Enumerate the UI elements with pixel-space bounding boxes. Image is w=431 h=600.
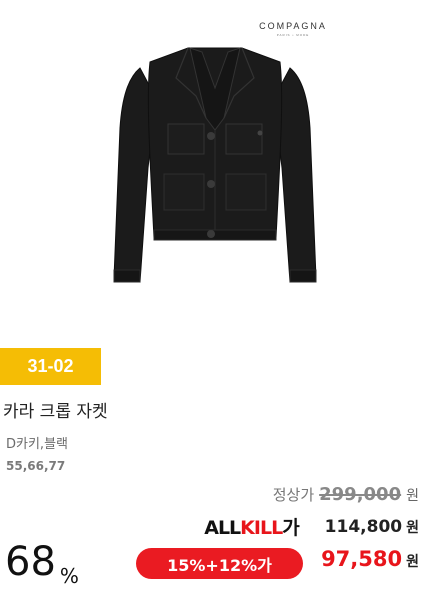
- regular-price-row: 정상가 299,000 원: [273, 484, 419, 505]
- allkill-logo: ALLKILL가: [204, 513, 300, 540]
- allkill-logo-all: ALL: [204, 517, 241, 539]
- allkill-price-row: ALLKILL가 114,800 원: [204, 513, 419, 540]
- product-sizes: 55,66,77: [6, 459, 66, 473]
- brand-logo: COMPAGNA PARIS • MODE: [253, 21, 333, 37]
- regular-price-label: 정상가: [272, 486, 315, 504]
- discount-rate-unit: %: [59, 564, 79, 588]
- brand-name: COMPAGNA: [259, 21, 327, 31]
- currency-label: 원: [406, 554, 419, 570]
- final-price-row: 97,580 원: [321, 547, 419, 571]
- discount-rate: 68 %: [5, 539, 79, 588]
- product-card[interactable]: COMPAGNA PARIS • MODE 31-02 카라 크롭 자켓 D카키…: [0, 0, 431, 600]
- final-price: 97,580: [321, 547, 403, 571]
- coupon-discount-badge: 15%+12%가: [136, 548, 303, 579]
- brand-sub: PARIS • MODE: [276, 33, 310, 37]
- allkill-logo-kill: KILL: [240, 517, 283, 539]
- currency-label: 원: [406, 488, 419, 504]
- product-name[interactable]: 카라 크롭 자켓: [3, 397, 108, 422]
- product-colors: D카키,블랙: [6, 437, 68, 452]
- allkill-price: 114,800: [324, 516, 403, 537]
- regular-price: 299,000: [319, 484, 402, 505]
- jacket-image: [113, 47, 317, 283]
- product-image[interactable]: COMPAGNA PARIS • MODE: [0, 0, 431, 340]
- currency-label: 원: [406, 519, 419, 536]
- discount-rate-value: 68: [5, 539, 56, 585]
- product-code-badge: 31-02: [0, 348, 101, 385]
- allkill-logo-suffix: 가: [282, 517, 300, 539]
